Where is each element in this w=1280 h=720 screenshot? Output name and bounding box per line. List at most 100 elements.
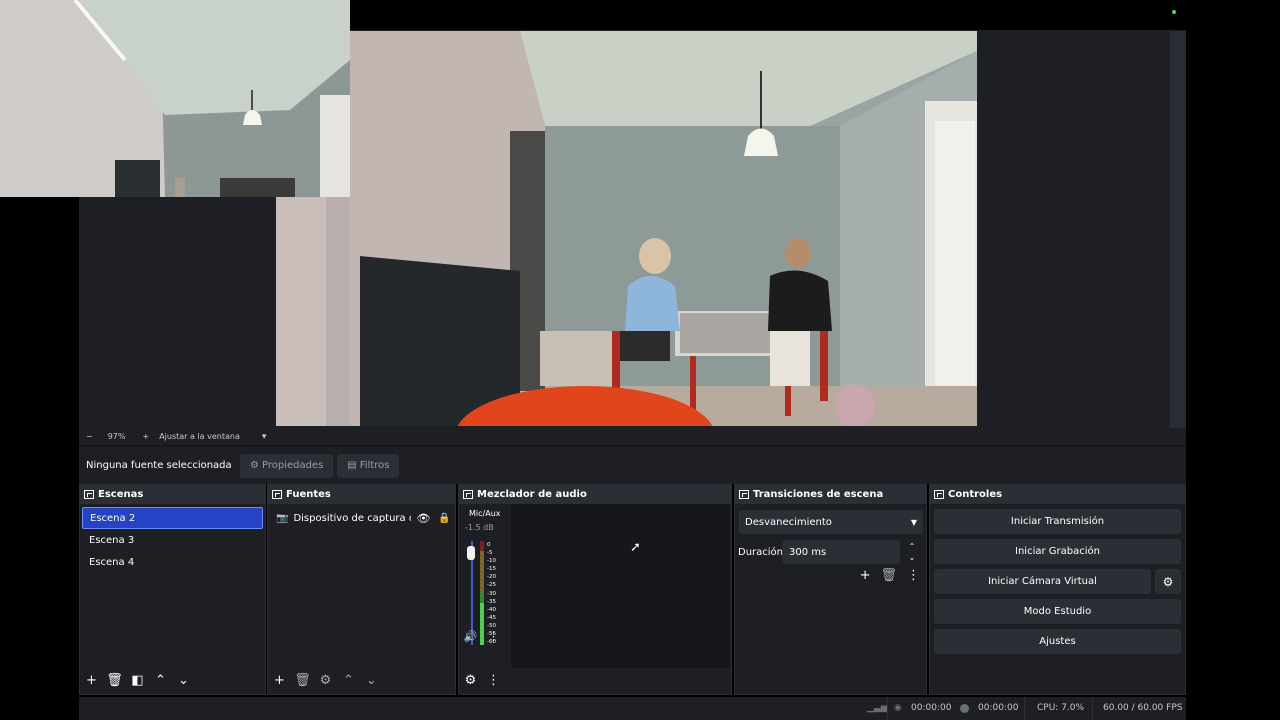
duration-row: Duración 300 ms ⌃ ⌄: [735, 540, 926, 564]
kebab-menu-icon[interactable]: ⋮: [907, 568, 920, 583]
stream-time: 00:00:00: [911, 703, 952, 713]
divider: [1024, 697, 1025, 720]
zoom-in-button[interactable]: +: [142, 432, 149, 441]
fit-to-window-label[interactable]: Ajustar a la ventana: [159, 432, 240, 441]
lock-icon[interactable]: 🔒: [438, 513, 450, 524]
duration-stepper[interactable]: ⌃ ⌄: [900, 541, 924, 563]
camera-feed-overlay[interactable]: [0, 0, 350, 197]
move-up-icon[interactable]: ⌃: [149, 673, 172, 688]
controls-title: Controles: [948, 489, 1003, 500]
record-indicator-icon: [960, 704, 969, 713]
move-up-icon[interactable]: ⌃: [337, 673, 360, 688]
mouse-cursor-icon: ➚: [630, 540, 641, 555]
gear-icon: ⚙: [250, 460, 259, 471]
start-streaming-button[interactable]: Iniciar Transmisión: [934, 509, 1181, 534]
audio-mixer-dock: Mezclador de audio Mic/Aux -1.5 dB 0 -5 …: [458, 484, 732, 695]
trash-icon[interactable]: 🗑: [880, 568, 897, 583]
zoom-level: 97%: [107, 432, 126, 441]
scale-tick: -40: [487, 606, 496, 613]
properties-label: Propiedades: [261, 460, 324, 471]
sources-dock: Fuentes 📷 Dispositivo de captura de víd…: [267, 484, 456, 695]
scene-item[interactable]: Escena 4: [82, 551, 263, 573]
dock-float-icon[interactable]: [84, 490, 94, 499]
volume-slider-handle[interactable]: [467, 546, 475, 560]
source-item[interactable]: 📷 Dispositivo de captura de vídeo 👁 🔒: [268, 507, 455, 529]
camera-feed-main[interactable]: [350, 31, 977, 426]
settings-button[interactable]: Ajustes: [934, 629, 1181, 654]
sources-dock-title[interactable]: Fuentes: [268, 485, 455, 504]
chevron-down-icon: ▼: [910, 517, 917, 527]
gear-icon[interactable]: ⚙: [314, 673, 337, 688]
preview-right-empty: [977, 31, 1170, 428]
sources-title: Fuentes: [286, 489, 331, 500]
filters-button[interactable]: ▤ Filtros: [337, 453, 400, 478]
preview-scrollbar[interactable]: [1170, 31, 1186, 428]
transitions-dock-title[interactable]: Transiciones de escena: [735, 485, 926, 504]
scale-tick: -30: [487, 590, 496, 597]
record-time: 00:00:00: [978, 703, 1019, 713]
visibility-eye-icon[interactable]: 👁: [416, 512, 430, 525]
trash-icon[interactable]: 🗑: [103, 673, 126, 688]
kebab-menu-icon[interactable]: ⋮: [482, 630, 505, 643]
divider: [1092, 697, 1093, 720]
studio-mode-button[interactable]: Modo Estudio: [934, 599, 1181, 624]
fit-dropdown-icon[interactable]: ▾: [262, 432, 267, 442]
zoom-out-button[interactable]: −: [86, 432, 93, 441]
mic-aux-channel: Mic/Aux -1.5 dB 0 -5 -10 -15 -20 -25 -30…: [459, 504, 511, 668]
scene-item[interactable]: Escena 3: [82, 529, 263, 551]
signal-bars-icon: ▁▃▅: [867, 703, 888, 713]
advanced-audio-gear-icon[interactable]: ⚙: [459, 673, 482, 688]
scene-filters-icon[interactable]: ◧: [126, 673, 149, 688]
trash-icon[interactable]: 🗑: [291, 673, 314, 688]
virtual-cam-row: Iniciar Cámara Virtual ⚙: [930, 569, 1185, 599]
source-name: Dispositivo de captura de vídeo: [293, 512, 411, 524]
dock-float-icon[interactable]: [463, 490, 473, 499]
filter-icon: ▤: [347, 460, 357, 471]
start-recording-button[interactable]: Iniciar Grabación: [934, 539, 1181, 564]
stream-indicator-icon: ◉: [894, 703, 902, 713]
camera-icon: 📷: [276, 512, 289, 524]
scene-item[interactable]: Escena 2: [82, 507, 263, 529]
dock-float-icon[interactable]: [272, 490, 282, 499]
mixer-dock-title[interactable]: Mezclador de audio: [459, 485, 731, 504]
status-indicator-dot: [1172, 10, 1176, 14]
kebab-menu-icon[interactable]: ⋮: [482, 673, 505, 688]
virtual-cam-settings-gear-icon[interactable]: ⚙: [1155, 569, 1181, 594]
obs-window: − 97% + Ajustar a la ventana ▾ Ninguna f…: [0, 0, 1280, 720]
transition-select[interactable]: Desvanecimiento ▼: [739, 510, 923, 534]
scale-tick: -25: [487, 582, 496, 589]
scene-list: Escena 2 Escena 3 Escena 4: [80, 507, 265, 573]
scale-tick: -15: [487, 566, 496, 573]
channel-label: Mic/Aux: [469, 509, 501, 518]
dock-float-icon[interactable]: [934, 490, 944, 499]
channel-db: -1.5 dB: [465, 523, 494, 532]
add-source-icon[interactable]: +: [268, 673, 291, 688]
duration-label: Duración: [738, 546, 784, 558]
add-scene-icon[interactable]: +: [80, 673, 103, 688]
fps-readout: 60.00 / 60.00 FPS: [1103, 703, 1183, 713]
scale-tick: 0: [487, 542, 491, 548]
add-transition-icon[interactable]: +: [860, 568, 871, 583]
move-down-icon[interactable]: ⌄: [172, 673, 195, 688]
speaker-icon[interactable]: 🔊: [459, 630, 482, 643]
sources-toolbar: + 🗑 ⚙ ⌃ ⌄: [268, 666, 455, 694]
duration-input[interactable]: 300 ms: [782, 540, 900, 564]
mixer-empty-area: [511, 504, 730, 668]
controls-dock-title[interactable]: Controles: [930, 485, 1185, 504]
chevron-down-icon[interactable]: ⌄: [900, 552, 924, 563]
scale-tick: -50: [487, 622, 496, 629]
scale-tick: -10: [487, 558, 496, 565]
preview-zoom-bar: − 97% + Ajustar a la ventana ▾: [79, 428, 1186, 445]
mixer-title: Mezclador de audio: [477, 489, 587, 500]
dock-float-icon[interactable]: [739, 490, 749, 499]
start-virtual-cam-button[interactable]: Iniciar Cámara Virtual: [934, 569, 1151, 594]
move-down-icon[interactable]: ⌄: [360, 673, 383, 688]
controls-dock: Controles Iniciar Transmisión Iniciar Gr…: [929, 484, 1186, 695]
transition-tools: + 🗑 ⋮: [735, 568, 920, 583]
transitions-title: Transiciones de escena: [753, 489, 884, 500]
chevron-up-icon[interactable]: ⌃: [900, 541, 924, 552]
scenes-dock-title[interactable]: Escenas: [80, 485, 265, 504]
source-toolbar: Ninguna fuente seleccionada ⚙ Propiedade…: [79, 447, 1186, 484]
properties-button[interactable]: ⚙ Propiedades: [240, 453, 334, 478]
scale-tick: -20: [487, 574, 496, 581]
